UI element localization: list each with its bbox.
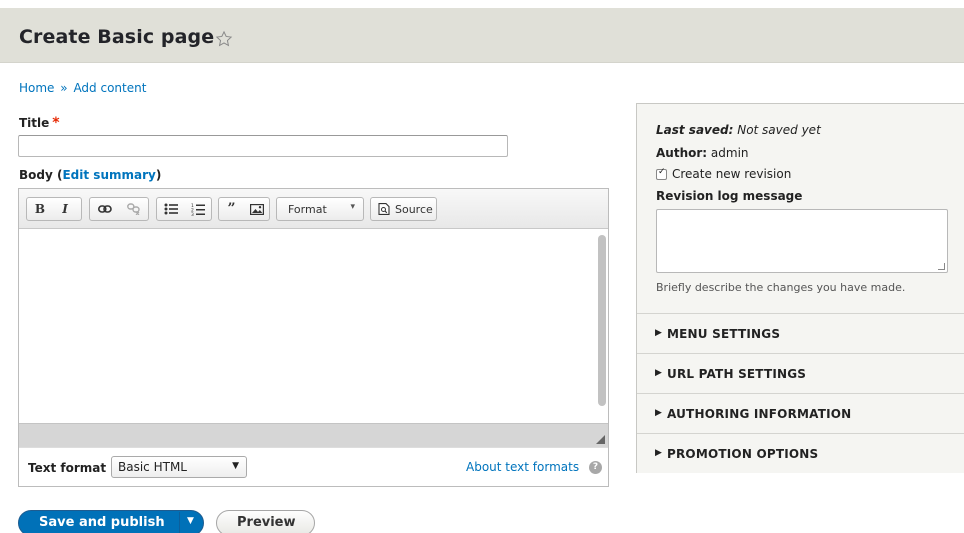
body-editor: B I 123 ” Format ▾ Source Text format Ba… (18, 188, 609, 487)
create-revision-label[interactable]: Create new revision (672, 167, 791, 181)
chevron-down-icon: ▾ (350, 202, 355, 212)
editor-toolbar: B I 123 ” Format ▾ Source (19, 189, 608, 229)
text-format-select[interactable]: Basic HTML ▼ (111, 456, 247, 478)
edit-summary-link[interactable]: Edit summary (62, 168, 155, 182)
unlink-icon[interactable] (119, 198, 148, 220)
star-icon[interactable] (215, 30, 233, 48)
body-label-text: Body (19, 168, 53, 182)
help-icon[interactable]: ? (589, 461, 602, 474)
create-revision-checkbox[interactable] (656, 167, 667, 180)
format-label: Format (288, 203, 327, 216)
triangle-right-icon: ▶ (655, 328, 662, 338)
save-and-publish-button[interactable]: Save and publish ▼ (18, 510, 204, 533)
image-icon[interactable] (244, 198, 269, 220)
text-format-label: Text format (28, 461, 107, 475)
resize-grip-icon[interactable] (596, 435, 605, 444)
format-dropdown[interactable]: Format ▾ (276, 197, 364, 221)
chevron-down-icon[interactable]: ▼ (187, 516, 194, 526)
title-label-text: Title (19, 116, 50, 130)
last-saved-label: Last saved: (656, 123, 734, 137)
title-input[interactable] (18, 135, 508, 157)
editor-content-area[interactable] (19, 230, 608, 423)
breadcrumb-separator: » (60, 81, 68, 95)
bulleted-list-icon[interactable] (157, 198, 184, 220)
preview-button[interactable]: Preview (216, 510, 315, 533)
toolbar-group-links (89, 197, 149, 221)
title-label: Title * (19, 115, 60, 131)
breadcrumb-home-link[interactable]: Home (19, 81, 54, 95)
editor-footer (19, 423, 608, 447)
button-divider (179, 512, 180, 533)
author-label: Author: (656, 146, 708, 160)
save-button-label: Save and publish (39, 515, 165, 530)
last-saved-value: Not saved yet (737, 123, 821, 137)
source-icon (378, 203, 390, 215)
meta-sidebar: Last saved: Not saved yet Author: admin … (636, 103, 964, 473)
source-label: Source (395, 203, 433, 216)
toolbar-group-media: ” (218, 197, 270, 221)
last-saved: Last saved: Not saved yet (656, 123, 821, 137)
bold-button[interactable]: B (27, 198, 53, 220)
editor-scrollbar[interactable] (598, 235, 606, 406)
toolbar-group-lists: 123 (156, 197, 212, 221)
section-label: PROMOTION OPTIONS (667, 447, 819, 461)
link-icon[interactable] (90, 198, 119, 220)
authoring-information-section[interactable]: ▶ AUTHORING INFORMATION (637, 393, 964, 433)
breadcrumb-add-content-link[interactable]: Add content (73, 81, 146, 95)
revision-log-description: Briefly describe the changes you have ma… (656, 281, 906, 294)
blockquote-icon[interactable]: ” (219, 198, 244, 220)
source-button[interactable]: Source (370, 197, 437, 221)
triangle-right-icon: ▶ (655, 408, 662, 418)
toolbar-group-basic: B I (26, 197, 82, 221)
preview-button-label: Preview (237, 515, 296, 530)
section-label: MENU SETTINGS (667, 327, 781, 341)
url-path-settings-section[interactable]: ▶ URL PATH SETTINGS (637, 353, 964, 393)
author-info: Author: admin (656, 146, 749, 160)
author-value: admin (710, 146, 749, 160)
text-format-row: Text format Basic HTML ▼ About text form… (19, 447, 608, 486)
breadcrumb: Home » Add content (19, 81, 146, 95)
menu-settings-section[interactable]: ▶ MENU SETTINGS (637, 313, 964, 353)
section-label: AUTHORING INFORMATION (667, 407, 852, 421)
body-paren-close: ) (155, 168, 162, 182)
about-text-formats-link[interactable]: About text formats (466, 460, 579, 474)
section-label: URL PATH SETTINGS (667, 367, 807, 381)
chevron-down-icon: ▼ (232, 461, 239, 471)
numbered-list-icon[interactable]: 123 (184, 198, 211, 220)
text-format-value: Basic HTML (118, 460, 187, 474)
required-marker: * (52, 115, 60, 131)
triangle-right-icon: ▶ (655, 368, 662, 378)
body-label: Body (Edit summary) (19, 168, 161, 182)
revision-log-label: Revision log message (656, 189, 803, 203)
revision-log-textarea[interactable] (656, 209, 948, 273)
italic-button[interactable]: I (53, 198, 77, 220)
triangle-right-icon: ▶ (655, 448, 662, 458)
svg-text:3: 3 (191, 212, 194, 216)
promotion-options-section[interactable]: ▶ PROMOTION OPTIONS (637, 433, 964, 473)
page-title: Create Basic page (19, 26, 215, 48)
